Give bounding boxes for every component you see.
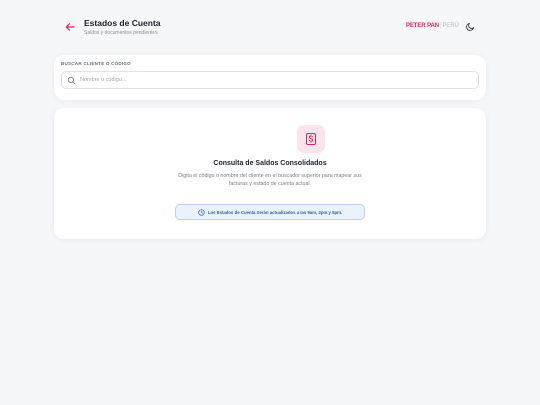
update-info-text: Los Estados de Cuenta Serán actualizados… (207, 209, 343, 215)
result-title: Consulta de Saldos Consolidados (213, 160, 327, 167)
search-label: BUSCAR CLIENTE O CÓDIGO (61, 61, 131, 66)
brand-name: PETER PAN (406, 23, 439, 29)
update-info-banner: Los Estados de Cuenta Serán actualizados… (175, 204, 365, 220)
clock-icon (198, 208, 205, 216)
back-button[interactable] (62, 19, 78, 35)
app-header: Estados de Cuenta Saldos y documentos pe… (0, 0, 540, 48)
search-input[interactable] (80, 77, 470, 83)
brand-logo: PETER PAN|PERÚ (406, 23, 459, 29)
result-card: Consulta de Saldos Consolidados Digita e… (54, 108, 486, 239)
search-icon (67, 76, 76, 85)
result-description: Digita el código o nombre del cliente en… (178, 173, 362, 187)
dollar-document-icon (297, 125, 325, 153)
arrow-left-icon (65, 22, 75, 32)
moon-icon (465, 22, 475, 31)
theme-toggle-button[interactable] (464, 20, 476, 32)
page-subtitle: Saldos y documentos pendientes (84, 30, 158, 36)
search-card: BUSCAR CLIENTE O CÓDIGO (54, 55, 486, 100)
page-title: Estados de Cuenta (84, 18, 161, 28)
brand-country: PERÚ (442, 23, 459, 29)
search-box[interactable] (61, 71, 479, 89)
